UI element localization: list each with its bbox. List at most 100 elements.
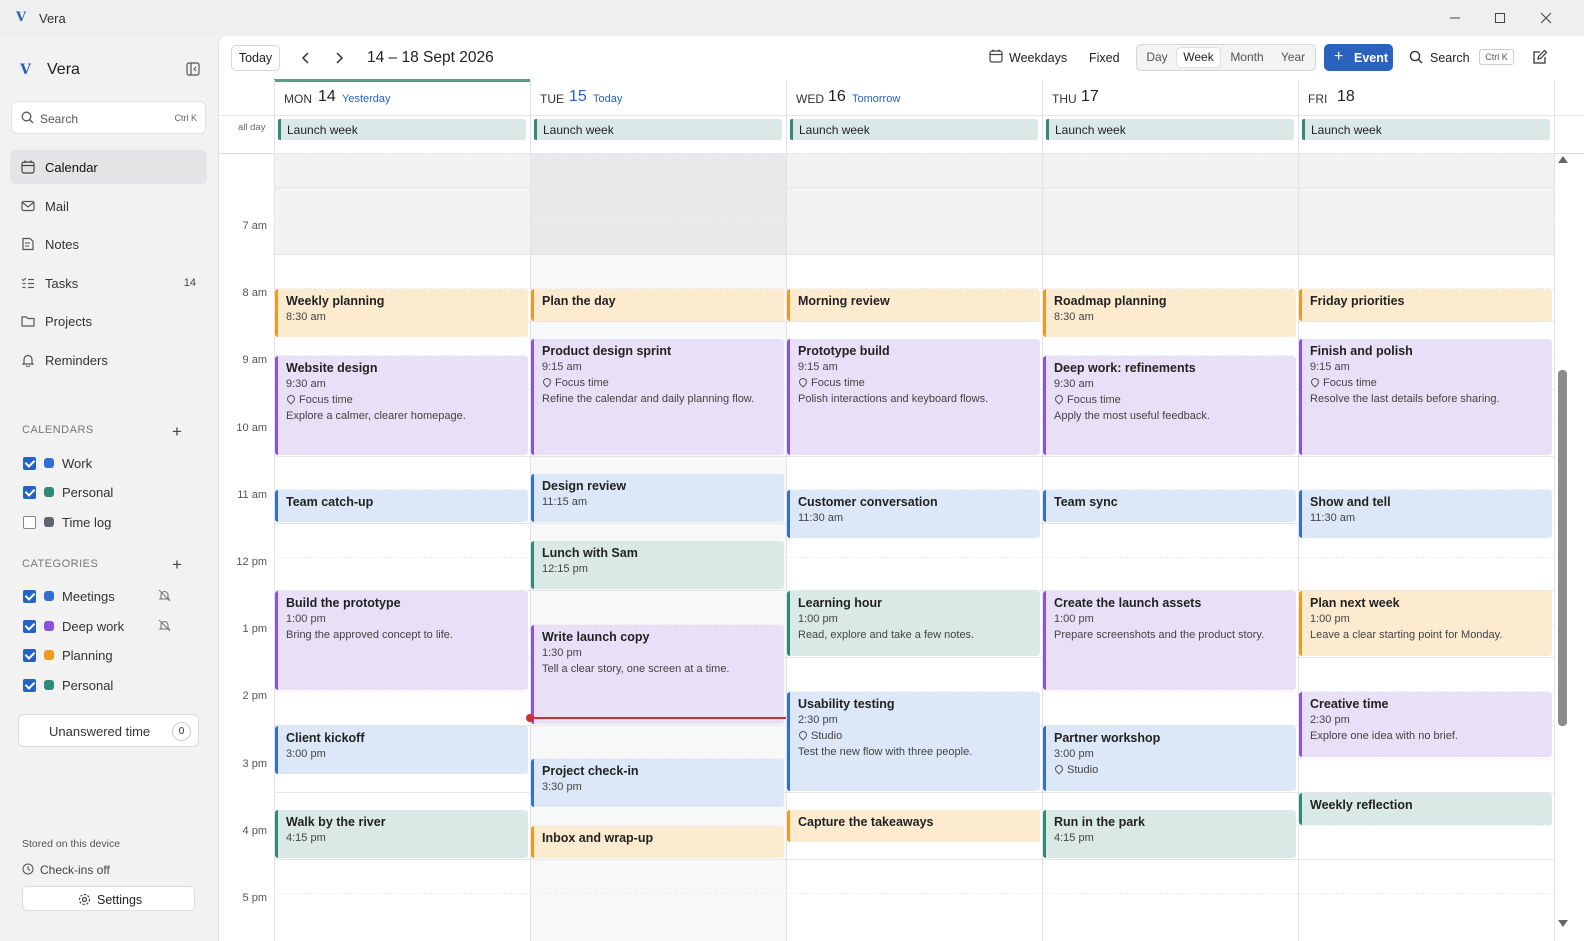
calendar-event[interactable]: Friday priorities [1299, 289, 1552, 321]
calendar-event[interactable]: Weekly planning 8:30 am [275, 289, 528, 337]
calendar-event[interactable]: Prototype build 9:15 am Focus time Polish i… [787, 339, 1040, 455]
calendar-event[interactable]: Partner workshop 3:00 pm Studio [1043, 726, 1296, 791]
collapse-sidebar-icon[interactable] [186, 62, 200, 81]
add-calendar-button[interactable]: + [172, 423, 182, 440]
checkbox[interactable] [23, 486, 36, 499]
category-personal[interactable]: Personal [22, 676, 202, 696]
half-hour-line [274, 557, 1554, 558]
calendar-event[interactable]: Product design sprint 9:15 am Focus time Re… [531, 339, 784, 455]
day-header-wed[interactable]: WED 16 Tomorrow [786, 80, 1042, 116]
nav-tasks[interactable]: Tasks 14 [10, 266, 207, 300]
checkbox[interactable] [23, 590, 36, 603]
checkbox[interactable] [23, 649, 36, 662]
day-name: FRI [1308, 92, 1328, 106]
calendar-event[interactable]: Walk by the river 4:15 pm [275, 810, 528, 858]
calendar-event[interactable]: Learning hour 1:00 pm Read, explore and ta… [787, 591, 1040, 656]
calendar-event[interactable]: Run in the park 4:15 pm [1043, 810, 1296, 858]
calendar-event[interactable]: Team catch-up [275, 490, 528, 522]
settings-button[interactable]: Settings [22, 886, 195, 911]
app-logo: V [16, 10, 27, 25]
allday-event[interactable]: Launch week [790, 119, 1038, 140]
close-button[interactable] [1531, 6, 1561, 30]
calendar-icon [21, 160, 35, 174]
calendar-event[interactable]: Plan next week 1:00 pm Leave a clear start… [1299, 591, 1552, 656]
bell-off-icon[interactable] [158, 619, 171, 637]
calendar-event[interactable]: Usability testing 2:30 pm Studio Test the n… [787, 692, 1040, 791]
category-planning[interactable]: Planning [22, 646, 202, 666]
view-week-button[interactable]: Week [1177, 48, 1220, 67]
calendar-work[interactable]: Work [22, 454, 202, 474]
calendar-event[interactable]: Deep work: refinements 9:30 am Focus time A… [1043, 356, 1296, 455]
notes-icon [21, 237, 35, 251]
next-week-button[interactable] [331, 50, 347, 66]
previous-week-button[interactable] [298, 50, 314, 66]
calendar-event[interactable]: Build the prototype 1:00 pm Bring the appr… [275, 591, 528, 690]
scroll-down-arrow[interactable] [1558, 920, 1568, 927]
event-description: Bring the approved concept to life. [286, 629, 453, 641]
calendar-event[interactable]: Capture the takeaways [787, 810, 1040, 842]
today-button[interactable]: Today [231, 45, 280, 71]
calendar-event[interactable]: Roadmap planning 8:30 am [1043, 289, 1296, 337]
checkbox[interactable] [23, 620, 36, 633]
day-header-mon[interactable]: MON 14 Yesterday [274, 80, 530, 116]
category-meetings[interactable]: Meetings [22, 587, 202, 607]
calendar-event[interactable]: Show and tell 11:30 am [1299, 490, 1552, 538]
event-title: Roadmap planning [1054, 294, 1167, 308]
category-deep-work[interactable]: Deep work [22, 617, 202, 637]
calendar-event[interactable]: Morning review [787, 289, 1040, 321]
current-time-dot [526, 714, 534, 722]
calendar-event[interactable]: Project check-in 3:30 pm [531, 759, 784, 807]
calendar-event[interactable]: Finish and polish 9:15 am Focus time Resolv… [1299, 339, 1552, 455]
hour-line [274, 254, 1554, 255]
checkbox[interactable] [23, 457, 36, 470]
day-header-tue[interactable]: TUE 15 Today [530, 80, 786, 116]
calendar-event[interactable]: Plan the day [531, 289, 784, 321]
calendar-event[interactable]: Customer conversation 11:30 am [787, 490, 1040, 538]
calendar-event[interactable]: Create the launch assets 1:00 pm Prepare s… [1043, 591, 1296, 690]
unanswered-time-button[interactable]: Unanswered time 0 [18, 714, 199, 747]
day-header-fri[interactable]: FRI 18 [1298, 80, 1554, 116]
calendar-personal[interactable]: Personal [22, 483, 202, 503]
day-header-thu[interactable]: THU 17 [1042, 80, 1298, 116]
nav-reminders[interactable]: Reminders [10, 343, 207, 377]
bell-off-icon[interactable] [158, 589, 171, 607]
compose-note-icon[interactable] [1532, 49, 1548, 70]
nav-mail[interactable]: Mail [10, 189, 207, 223]
add-category-button[interactable]: + [172, 556, 182, 573]
calendar-event[interactable]: Team sync [1043, 490, 1296, 522]
scroll-up-arrow[interactable] [1558, 156, 1568, 163]
view-day-button[interactable]: Day [1141, 48, 1173, 67]
calendar-event[interactable]: Design review 11:15 am [531, 474, 784, 522]
event-title: Show and tell [1310, 495, 1391, 509]
event-time: 11:15 am [542, 496, 588, 508]
checkbox[interactable] [23, 516, 36, 529]
allday-event[interactable]: Launch week [1302, 119, 1550, 140]
sidebar: V Vera Search Ctrl K Calendar Mail Notes… [0, 36, 218, 941]
allday-event[interactable]: Launch week [1046, 119, 1294, 140]
allday-event[interactable]: Launch week [534, 119, 782, 140]
calendar-event[interactable]: Weekly reflection [1299, 793, 1552, 825]
calendar-event[interactable]: Lunch with Sam 12:15 pm [531, 541, 784, 589]
nav-notes[interactable]: Notes [10, 227, 207, 261]
event-title: Build the prototype [286, 596, 401, 610]
nav-calendar[interactable]: Calendar [10, 150, 207, 184]
window-title: Vera [39, 11, 66, 26]
calendar-event[interactable]: Creative time 2:30 pm Explore one idea wit… [1299, 692, 1552, 757]
calendar-event[interactable]: Client kickoff 3:00 pm [275, 726, 528, 774]
calendar-event[interactable]: Write launch copy 1:30 pm Tell a clear sto… [531, 625, 784, 724]
new-event-button[interactable]: + Event [1324, 44, 1393, 71]
fixed-toggle[interactable]: Fixed [1089, 51, 1120, 65]
checkbox[interactable] [23, 679, 36, 692]
sidebar-search[interactable]: Search Ctrl K [11, 101, 206, 134]
calendar-time-log[interactable]: Time log [22, 513, 202, 533]
view-month-button[interactable]: Month [1224, 48, 1270, 67]
minimize-button[interactable] [1440, 6, 1470, 30]
maximize-button[interactable] [1485, 6, 1515, 30]
allday-event[interactable]: Launch week [278, 119, 526, 140]
calendar-event[interactable]: Inbox and wrap-up [531, 826, 784, 858]
view-year-button[interactable]: Year [1274, 48, 1312, 67]
scrollbar-thumb[interactable] [1558, 370, 1567, 726]
half-hour-line [274, 893, 1554, 894]
calendar-event[interactable]: Website design 9:30 am Focus time Explore a… [275, 356, 528, 455]
nav-projects[interactable]: Projects [10, 304, 207, 338]
